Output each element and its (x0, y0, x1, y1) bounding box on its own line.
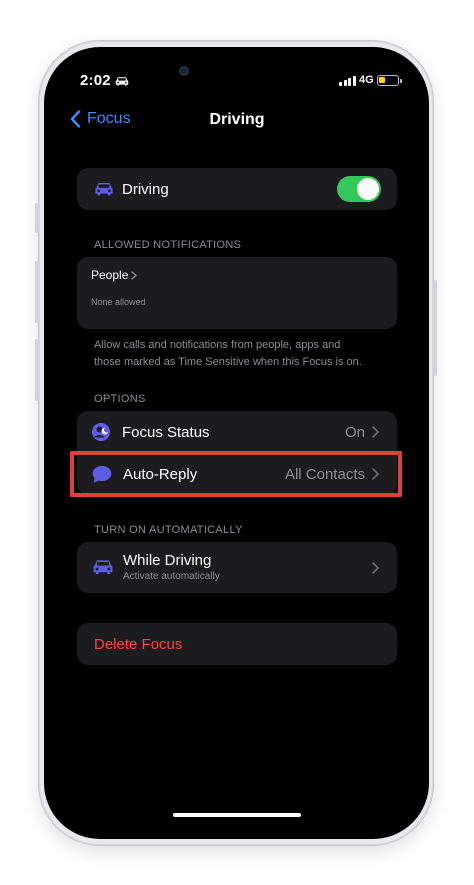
battery-tip (400, 78, 402, 83)
chevron-right-icon (372, 426, 379, 438)
driving-focus-card: Driving (77, 168, 397, 210)
while-driving-title: While Driving (123, 552, 212, 569)
auto-reply-highlight-box (70, 451, 402, 497)
people-label: People (91, 268, 129, 282)
people-card[interactable]: People None allowed (77, 257, 397, 329)
page-title: Driving (209, 111, 265, 128)
battery-icon (377, 75, 402, 86)
toggle-knob (357, 178, 379, 200)
allowed-notifications-footnote: Allow calls and notifications from peopl… (94, 337, 362, 371)
driving-toggle[interactable] (337, 176, 381, 202)
footnote-line-2: those marked as Time Sensitive when this… (94, 356, 362, 368)
car-icon (93, 560, 113, 575)
people-value: None allowed (91, 297, 146, 307)
delete-focus-label: Delete Focus (94, 636, 183, 653)
options-header: OPTIONS (94, 393, 146, 405)
volume-up-button (35, 261, 39, 323)
allowed-notifications-header: ALLOWED NOTIFICATIONS (94, 239, 242, 251)
driving-label: Driving (122, 181, 169, 198)
focus-status-label: Focus Status (122, 424, 210, 441)
turn-on-automatically-header: TURN ON AUTOMATICALLY (94, 524, 243, 536)
network-type: 4G (359, 74, 374, 86)
battery-fill (379, 77, 385, 83)
volume-down-button (35, 339, 39, 401)
power-button (433, 280, 437, 376)
driving-status-icon (115, 77, 129, 86)
while-driving-row[interactable]: While Driving Activate automatically (77, 542, 397, 593)
focus-status-icon (92, 423, 110, 441)
mute-switch (35, 203, 39, 233)
cellular-signal-icon (339, 76, 356, 86)
front-camera (179, 66, 189, 76)
footnote-line-1: Allow calls and notifications from peopl… (94, 339, 341, 351)
focus-status-value: On (344, 424, 365, 441)
people-row[interactable]: People (91, 268, 138, 282)
home-indicator[interactable] (173, 813, 301, 817)
status-time: 2:02 (80, 72, 111, 89)
chevron-right-icon (131, 270, 138, 280)
focus-status-row[interactable]: Focus Status On (77, 411, 397, 453)
car-icon (95, 183, 113, 196)
while-driving-subtitle: Activate automatically (123, 571, 220, 582)
chevron-right-icon (372, 562, 379, 574)
delete-focus-button[interactable]: Delete Focus (77, 623, 397, 665)
